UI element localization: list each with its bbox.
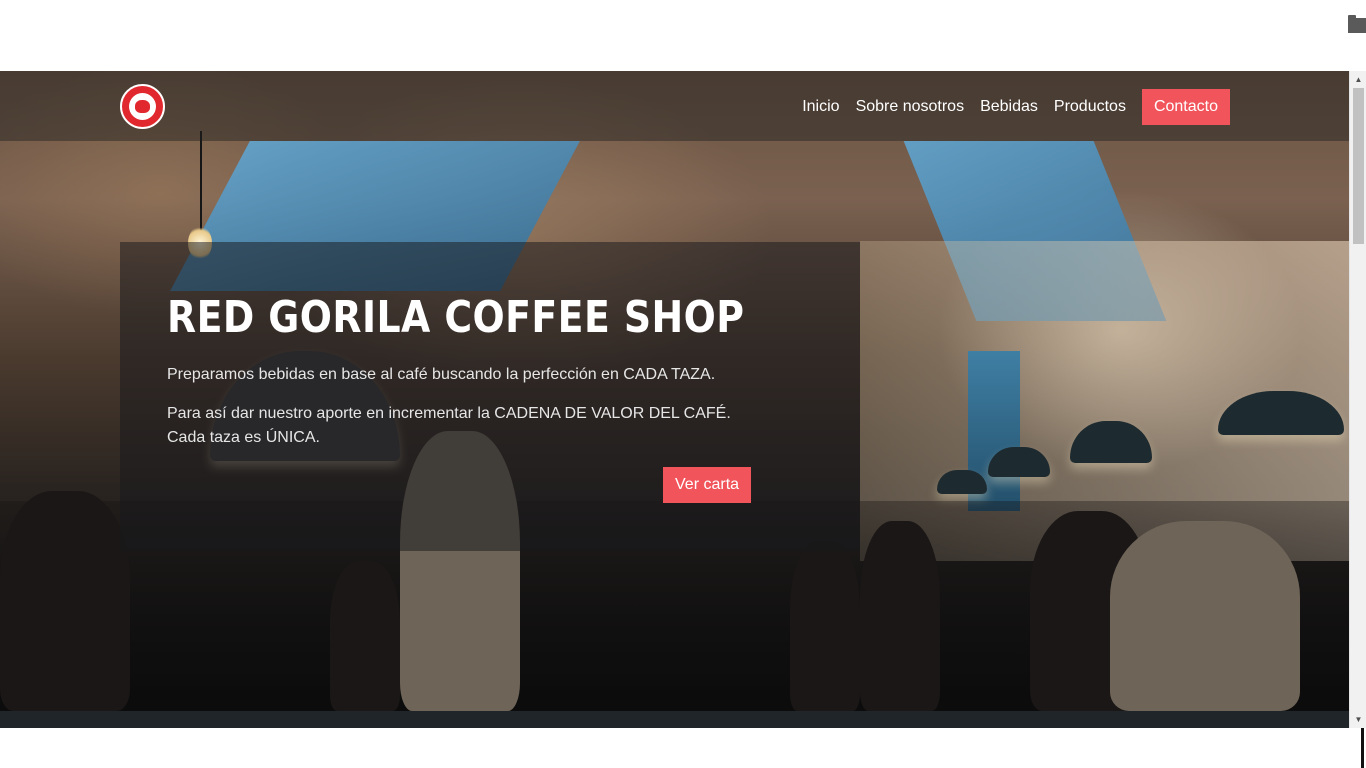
folder-icon[interactable] [1348, 15, 1366, 33]
pendant-lamp-1 [1218, 361, 1344, 441]
hero-description-2: Para así dar nuestro aporte en increment… [167, 402, 767, 450]
customer-figure [1110, 521, 1300, 711]
pendant-lamp-2 [1070, 401, 1152, 467]
main-navbar: Inicio Sobre nosotros Bebidas Productos … [0, 71, 1349, 141]
nav-link-productos[interactable]: Productos [1046, 89, 1134, 125]
hero-title: RED GORILA COFFEE SHOP [167, 292, 745, 343]
page-viewport: Inicio Sobre nosotros Bebidas Productos … [0, 71, 1349, 728]
scrollbar-thumb[interactable] [1353, 88, 1364, 244]
hero-card: RED GORILA COFFEE SHOP Preparamos bebida… [120, 242, 860, 551]
triangle-down-icon[interactable]: ▼ [1350, 711, 1366, 728]
customer-figure [860, 521, 940, 711]
nav-links: Inicio Sobre nosotros Bebidas Productos … [794, 89, 1230, 125]
hero-description-1: Preparamos bebidas en base al café busca… [167, 366, 716, 383]
hero-description-2-line: Para así dar nuestro aporte en increment… [167, 405, 731, 422]
browser-top-area [0, 0, 1366, 71]
vertical-scrollbar[interactable]: ▲ ▼ [1349, 71, 1366, 728]
window-edge [1361, 728, 1364, 768]
red-gorilla-coffee-logo[interactable] [120, 84, 165, 129]
customer-figure [330, 561, 400, 711]
hero-description-3-line: Cada taza es ÚNICA. [167, 429, 320, 446]
customer-figure [0, 491, 130, 711]
pendant-lamp-3 [988, 431, 1050, 481]
pendant-lamp-4 [937, 456, 987, 496]
gorilla-icon [129, 93, 156, 120]
triangle-up-icon[interactable]: ▲ [1350, 71, 1366, 88]
nav-link-sobre-nosotros[interactable]: Sobre nosotros [848, 89, 973, 125]
nav-link-bebidas[interactable]: Bebidas [972, 89, 1046, 125]
contacto-button[interactable]: Contacto [1141, 89, 1230, 125]
ver-carta-button[interactable]: Ver carta [663, 467, 752, 503]
customer-figure [790, 541, 860, 711]
nav-link-inicio[interactable]: Inicio [794, 89, 847, 125]
section-divider [0, 711, 1349, 728]
